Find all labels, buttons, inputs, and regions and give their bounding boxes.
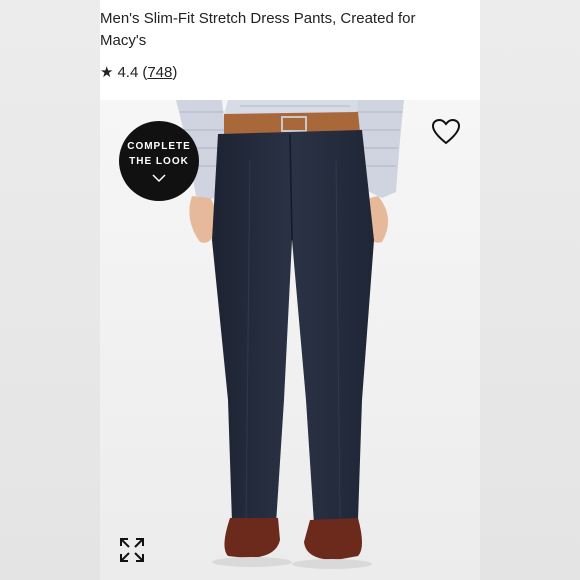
star-icon: ★ bbox=[100, 64, 114, 81]
ctl-line2: THE LOOK bbox=[129, 156, 189, 167]
review-count[interactable]: 748 bbox=[147, 64, 172, 81]
rating-value: 4.4 bbox=[117, 63, 139, 81]
left-backdrop bbox=[0, 0, 100, 580]
wishlist-heart-button[interactable] bbox=[430, 116, 462, 148]
right-backdrop bbox=[480, 0, 580, 580]
rating: ★ 4.4 (748) bbox=[100, 63, 177, 82]
product-title: Men's Slim-Fit Stretch Dress Pants, Crea… bbox=[100, 10, 416, 49]
product-image[interactable]: COMPLETE THE LOOK bbox=[100, 100, 480, 580]
product-card: Men's Slim-Fit Stretch Dress Pants, Crea… bbox=[100, 0, 480, 580]
chevron-down-icon bbox=[152, 174, 166, 183]
expand-image-button[interactable] bbox=[118, 536, 146, 564]
review-count-link[interactable]: (748) bbox=[142, 64, 177, 81]
heart-icon bbox=[431, 118, 461, 145]
complete-the-look-button[interactable]: COMPLETE THE LOOK bbox=[119, 121, 199, 201]
expand-icon bbox=[120, 538, 144, 562]
ctl-line1: COMPLETE bbox=[127, 141, 191, 152]
